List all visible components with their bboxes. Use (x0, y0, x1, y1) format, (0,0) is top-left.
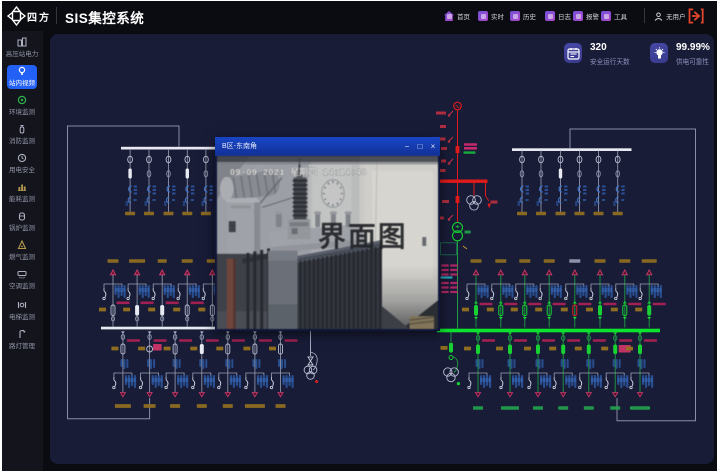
svg-text:09-09 2021 星期四 14:14:48: 09-09 2021 星期四 14:14:48 (230, 166, 367, 178)
svg-text:界面图: 界面图 (318, 221, 408, 252)
